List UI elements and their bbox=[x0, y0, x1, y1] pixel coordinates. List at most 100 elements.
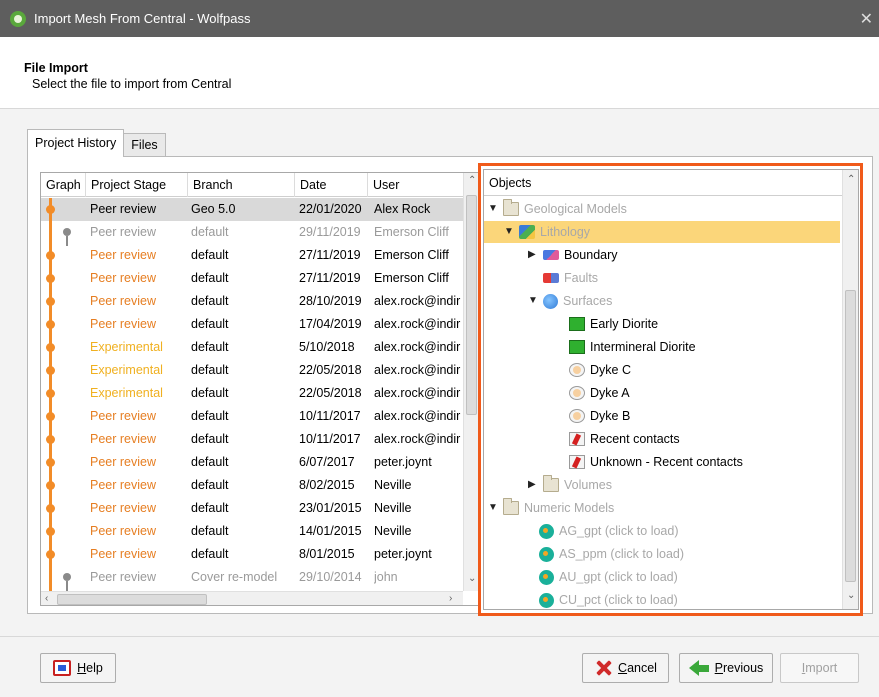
tree-item[interactable]: Early Diorite bbox=[484, 313, 658, 335]
tree-item[interactable]: AG_gpt (click to load) bbox=[484, 520, 679, 542]
history-hscroll-thumb[interactable] bbox=[57, 594, 207, 605]
scroll-down-arrow-icon[interactable]: ⌄ bbox=[847, 590, 855, 601]
table-row[interactable]: Peer review default 23/01/2015 Neville bbox=[41, 497, 463, 520]
help-icon bbox=[53, 660, 72, 676]
scroll-right-arrow-icon[interactable]: › bbox=[449, 593, 452, 604]
objects-tree[interactable]: Objects ▼ Geological Models ▼ Lithology ▶ Bou… bbox=[483, 169, 859, 610]
user-cell: Neville bbox=[374, 524, 412, 538]
table-row[interactable]: Peer review default 6/07/2017 peter.joynt bbox=[41, 451, 463, 474]
tree-item[interactable]: AU_gpt (click to load) bbox=[484, 566, 678, 588]
tree-item[interactable]: AS_ppm (click to load) bbox=[484, 543, 684, 565]
date-cell: 8/02/2015 bbox=[299, 478, 355, 492]
tree-item[interactable]: ▼ Surfaces bbox=[484, 290, 612, 312]
dialog-footer: Help Cancel Previous Import bbox=[0, 636, 879, 697]
close-icon[interactable]: ✕ bbox=[860, 9, 873, 29]
import-button-label: Import bbox=[801, 661, 838, 675]
table-row[interactable]: Peer review default 27/11/2019 Emerson Clif… bbox=[41, 267, 463, 290]
tree-item[interactable]: Recent contacts bbox=[484, 428, 680, 450]
project-stage-cell: Peer review bbox=[90, 317, 156, 331]
column-header-graph[interactable]: Graph bbox=[41, 173, 86, 197]
tree-item[interactable]: ▼ Geological Models bbox=[484, 198, 627, 220]
graph-node bbox=[46, 343, 55, 352]
table-row[interactable]: Peer review default 8/02/2015 Neville bbox=[41, 474, 463, 497]
tree-item[interactable]: Dyke A bbox=[484, 382, 630, 404]
project-stage-cell: Peer review bbox=[90, 248, 156, 262]
tab-files[interactable]: Files bbox=[123, 133, 166, 157]
tree-item[interactable]: Unknown - Recent contacts bbox=[484, 451, 743, 473]
expanded-arrow-icon[interactable]: ▼ bbox=[528, 290, 540, 312]
column-header-project-stage[interactable]: Project Stage bbox=[86, 173, 188, 197]
tree-item[interactable]: Intermineral Diorite bbox=[484, 336, 696, 358]
objects-vertical-scrollbar[interactable]: ⌃ ⌄ bbox=[842, 170, 858, 609]
graph-node bbox=[46, 297, 55, 306]
scroll-up-arrow-icon[interactable]: ⌃ bbox=[468, 175, 476, 186]
graph-node bbox=[46, 527, 55, 536]
tree-item-label: Volumes bbox=[564, 478, 612, 492]
tree-item[interactable]: Faults bbox=[484, 267, 598, 289]
expanded-arrow-icon[interactable]: ▼ bbox=[488, 198, 500, 220]
table-row[interactable]: Peer review default 27/11/2019 Emerson Clif… bbox=[41, 244, 463, 267]
tree-item[interactable]: ▶ Boundary bbox=[484, 244, 618, 266]
table-row[interactable]: Experimental default 5/10/2018 alex.rock@in… bbox=[41, 336, 463, 359]
branch-cell: Geo 5.0 bbox=[191, 202, 236, 216]
tree-item[interactable]: ▶ Volumes bbox=[484, 474, 612, 496]
graph-node bbox=[46, 205, 55, 214]
history-horizontal-scrollbar[interactable]: ‹ › bbox=[41, 591, 463, 605]
user-cell: alex.rock@indir bbox=[374, 317, 461, 331]
project-history-table[interactable]: Graph Project Stage Branch Date User Pee… bbox=[40, 172, 479, 606]
objects-scroll-thumb[interactable] bbox=[845, 290, 856, 582]
faults-icon bbox=[543, 273, 559, 283]
table-row[interactable]: Peer review Geo 5.0 22/01/2020 Alex Rock bbox=[41, 198, 463, 221]
date-cell: 29/10/2014 bbox=[299, 570, 362, 584]
help-button[interactable]: Help bbox=[40, 653, 116, 683]
table-row[interactable]: Experimental default 22/05/2018 alex.rock@i… bbox=[41, 359, 463, 382]
table-row[interactable]: Peer review default 8/01/2015 peter.joynt bbox=[41, 543, 463, 566]
scroll-up-arrow-icon[interactable]: ⌃ bbox=[847, 174, 855, 185]
page-title: File Import bbox=[24, 61, 88, 75]
tree-item[interactable]: CU_pct (click to load) bbox=[484, 589, 678, 609]
collapsed-arrow-icon[interactable]: ▶ bbox=[528, 474, 540, 496]
tree-item[interactable]: ▼ Lithology bbox=[484, 221, 840, 243]
column-header-user[interactable]: User bbox=[368, 173, 463, 197]
table-row[interactable]: Peer review default 28/10/2019 alex.rock@in… bbox=[41, 290, 463, 313]
import-button[interactable]: Import bbox=[780, 653, 859, 683]
branch-cell: default bbox=[191, 409, 229, 423]
user-cell: Emerson Cliff bbox=[374, 248, 449, 262]
scroll-down-arrow-icon[interactable]: ⌄ bbox=[468, 573, 476, 584]
table-row[interactable]: Experimental default 22/05/2018 alex.rock@i… bbox=[41, 382, 463, 405]
history-vertical-scrollbar[interactable]: ⌃ ⌄ bbox=[463, 173, 478, 591]
previous-button[interactable]: Previous bbox=[679, 653, 773, 683]
column-header-branch[interactable]: Branch bbox=[188, 173, 295, 197]
expanded-arrow-icon[interactable]: ▼ bbox=[488, 497, 500, 519]
tab-project-history[interactable]: Project History bbox=[27, 129, 125, 157]
tree-item[interactable]: Dyke C bbox=[484, 359, 631, 381]
table-row[interactable]: Peer review default 17/04/2019 alex.rock@in… bbox=[41, 313, 463, 336]
numeric-model-icon bbox=[539, 569, 554, 585]
dyke-icon bbox=[569, 409, 585, 423]
date-cell: 17/04/2019 bbox=[299, 317, 362, 331]
user-cell: alex.rock@indir bbox=[374, 409, 461, 423]
graph-branch-node bbox=[63, 573, 71, 581]
cancel-button-label: Cancel bbox=[618, 661, 657, 675]
expanded-arrow-icon[interactable]: ▼ bbox=[504, 221, 516, 243]
collapsed-arrow-icon[interactable]: ▶ bbox=[528, 244, 540, 266]
cancel-button[interactable]: Cancel bbox=[582, 653, 669, 683]
project-stage-cell: Peer review bbox=[90, 409, 156, 423]
numeric-model-icon bbox=[539, 546, 554, 562]
branch-cell: default bbox=[191, 432, 229, 446]
history-scroll-thumb[interactable] bbox=[466, 195, 477, 415]
project-stage-cell: Peer review bbox=[90, 524, 156, 538]
tree-item-label: Lithology bbox=[540, 225, 591, 239]
table-row[interactable]: Peer review default 10/11/2017 alex.rock@in… bbox=[41, 428, 463, 451]
tree-item[interactable]: Dyke B bbox=[484, 405, 630, 427]
date-cell: 14/01/2015 bbox=[299, 524, 362, 538]
project-stage-cell: Peer review bbox=[90, 294, 156, 308]
column-header-date[interactable]: Date bbox=[295, 173, 368, 197]
table-row[interactable]: Peer review default 29/11/2019 Emerson Clif… bbox=[41, 221, 463, 244]
scroll-left-arrow-icon[interactable]: ‹ bbox=[45, 593, 48, 604]
table-row[interactable]: Peer review default 14/01/2015 Neville bbox=[41, 520, 463, 543]
table-row[interactable]: Peer review Cover re-model 29/10/2014 john bbox=[41, 566, 463, 589]
tree-item[interactable]: ▼ Numeric Models bbox=[484, 497, 614, 519]
date-cell: 22/05/2018 bbox=[299, 363, 362, 377]
table-row[interactable]: Peer review default 10/11/2017 alex.rock@in… bbox=[41, 405, 463, 428]
